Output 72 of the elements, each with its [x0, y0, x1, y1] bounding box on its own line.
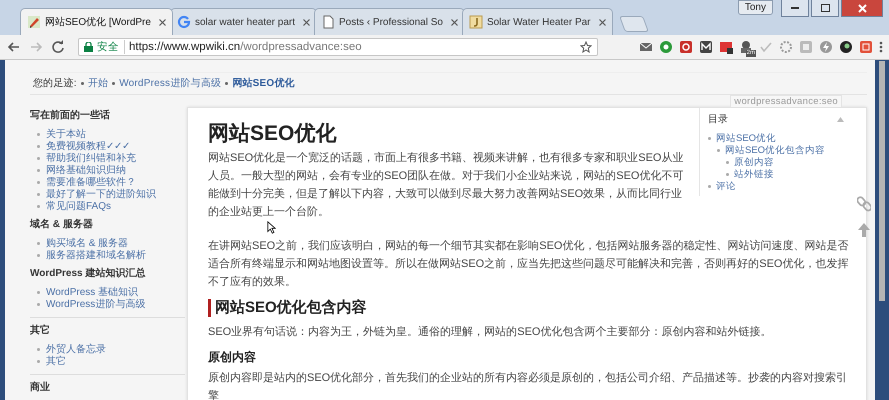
sidebar-link[interactable]: 外贸人备忘录 [46, 342, 106, 356]
lock-icon [84, 42, 93, 52]
address-bar[interactable]: 安全 https://www.wpwiki.cn/wordpressadvance:seo [78, 38, 598, 56]
sidebar-link[interactable]: 需要准备哪些软件？ [46, 175, 136, 189]
close-button[interactable] [841, 0, 883, 17]
sidebar-heading: 其它 [30, 325, 51, 337]
m-logo-icon[interactable] [699, 40, 713, 54]
maximize-button[interactable] [811, 0, 839, 17]
scrollbar-thumb[interactable] [879, 61, 885, 301]
secure-label: 安全 [97, 40, 125, 54]
page-icon [321, 15, 336, 29]
browser-tab[interactable]: Solar Water Heater Par [462, 8, 613, 35]
toc-link[interactable]: 评论 [716, 180, 736, 192]
browser-tab[interactable]: 网站SEO优化 [WordPre [20, 8, 173, 35]
reload-icon[interactable] [50, 39, 66, 55]
toc-link[interactable]: 站外链接 [734, 168, 774, 180]
subsection-heading: 原创内容 [208, 349, 257, 365]
mail-icon[interactable] [639, 40, 653, 54]
minimize-icon [791, 6, 799, 10]
menu-icon[interactable] [879, 40, 883, 54]
toc-link[interactable]: 网站SEO优化包含内容 [725, 144, 826, 156]
toc-link[interactable]: 网站SEO优化 [716, 132, 776, 144]
close-tab-icon[interactable] [598, 18, 606, 26]
breadcrumb-label: 您的足迹: [33, 76, 77, 90]
sidebar-link[interactable]: 网络基础知识归纳 [46, 163, 126, 177]
sidebar-link[interactable]: WordPress 基础知识 [46, 285, 138, 299]
paragraph: SEO业界有句话说：内容为王，外链为皇。通俗的理解，网站的SEO优化包含两个主要部分：原创内容和站外链接。 [208, 324, 772, 340]
person-icon[interactable] [739, 40, 753, 54]
sidebar-link[interactable]: 常见问题FAQs [46, 199, 112, 213]
sidebar-link[interactable]: 关于本站 [46, 127, 86, 141]
page-slug-label: wordpressadvance:seo [730, 95, 842, 107]
sidebar-heading: 写在前面的一些话 [30, 110, 111, 122]
breadcrumb-link[interactable]: WordPress进阶与高级 [119, 76, 222, 90]
section-heading: 网站SEO优化包含内容 [208, 299, 850, 317]
sidebar-heading: WordPress 建站知识汇总 [30, 268, 146, 280]
sidebar-heading: 商业 [30, 382, 51, 394]
sidebar-link[interactable]: 帮助我们纠错和补充 [46, 151, 136, 165]
paragraph: 网站SEO优化是一个宽泛的话题，市面上有很多书籍、视频来讲解，也有很多专家和职业SEO从业人员。一般大型的网站，会有专业的SEO团队在做。对于我们小企业站来说，网站的SEO优化不可能做到十分完美，但是了解以下内容，大致可以做到尽最大努力改善网站SEO效果，从而比同行业的企业站更上一个台阶。 [208, 150, 684, 220]
close-tab-icon[interactable] [450, 18, 458, 26]
maximize-icon [820, 4, 830, 12]
star-icon[interactable] [580, 41, 592, 53]
profile-button[interactable]: Tony [738, 0, 773, 15]
sidebar-link[interactable]: 购买域名 & 服务器 [46, 236, 128, 250]
mouse-cursor-icon [267, 221, 276, 234]
sidebar-link[interactable]: 其它 [46, 354, 66, 368]
google-icon [176, 15, 191, 29]
toc-title: 目录 [708, 113, 728, 126]
article-title: 网站SEO优化 [208, 121, 338, 147]
close-icon [858, 4, 866, 12]
paragraph: 在讲网站SEO之前，我们应该明白，网站的每一个细节其实都在影响SEO优化，包括网站服务器的稳定性、网站访问速度、网站是否适合所有终端显示和网站地图设置等。所以在做网站SEO之前，应当先把这些问题尽可能解决和完善，否则再好的SEO优化，也发挥不了应有的效果。 [208, 238, 850, 290]
toc-link[interactable]: 原创内容 [734, 156, 774, 168]
lightning-icon[interactable] [819, 40, 833, 54]
sidebar-link[interactable]: 服务器搭建和域名解析 [46, 248, 146, 262]
extension-icon[interactable] [679, 40, 693, 54]
sidebar-link[interactable]: 最好了解一下的进阶知识 [46, 187, 156, 201]
camera-lens-icon[interactable] [839, 40, 853, 54]
sidebar-link[interactable]: 免费视频教程✓✓✓ [46, 139, 130, 153]
sidebar-link[interactable]: WordPress进阶与高级 [46, 297, 146, 311]
url-text: https://www.wpwiki.cn/wordpressadvance:seo [129, 41, 362, 53]
site-logo-icon [468, 15, 483, 29]
extension-icon[interactable] [719, 40, 733, 54]
close-tab-icon[interactable] [303, 18, 310, 26]
minimize-button[interactable] [781, 0, 809, 17]
ring-icon[interactable] [659, 40, 673, 54]
breadcrumb-link[interactable]: 开始 [88, 76, 108, 90]
pencil-icon [27, 15, 41, 29]
sidebar-heading: 域名 & 服务器 [30, 219, 94, 231]
close-tab-icon[interactable] [158, 18, 166, 26]
breadcrumb-link[interactable]: 网站SEO优化 [232, 76, 295, 90]
browser-tab[interactable]: Posts ‹ Professional So [314, 8, 465, 35]
browser-tab[interactable]: solar water heater part [170, 8, 318, 35]
check-icon[interactable] [759, 40, 773, 54]
